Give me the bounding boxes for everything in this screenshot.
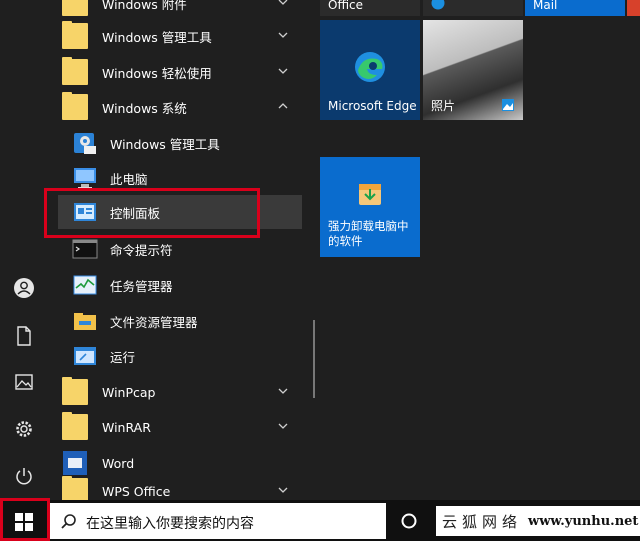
list-item-label: Windows 附件 <box>102 0 187 12</box>
list-item-file-explorer[interactable]: 文件资源管理器 <box>48 304 304 338</box>
documents-button[interactable] <box>4 318 44 354</box>
search-icon <box>61 514 76 529</box>
folder-icon <box>62 21 88 49</box>
watermark-url: www.yunhu.net <box>528 513 639 529</box>
list-item-label: Windows 轻松使用 <box>102 65 212 81</box>
list-item-label: 运行 <box>110 349 136 365</box>
settings-button[interactable] <box>4 411 44 447</box>
uninstaller-icon <box>359 184 381 205</box>
list-item-label: WPS Office <box>102 483 171 499</box>
settings-icon <box>16 421 32 437</box>
folder-icon <box>62 476 88 500</box>
edge-icon <box>355 52 385 82</box>
chevron-down-icon <box>278 423 288 429</box>
list-item-winpcap[interactable]: WinPcap <box>48 375 304 409</box>
start-rail <box>0 0 48 500</box>
watermark: 云狐网络 www.yunhu.net <box>436 506 640 536</box>
highlight-box-control-panel <box>44 188 260 238</box>
user-icon <box>14 278 34 298</box>
tile-office[interactable]: Office <box>320 0 420 16</box>
folder-icon <box>62 0 88 16</box>
search-input[interactable]: 在这里输入你要搜索的内容 <box>86 513 254 533</box>
list-item-windows-accessories[interactable]: Windows 附件 <box>48 0 304 20</box>
watermark-brand: 云狐网络 <box>442 512 523 531</box>
list-item-label: WinPcap <box>102 384 156 400</box>
tile-photos[interactable]: 照片 <box>423 20 523 120</box>
tile-label-line-2: 的软件 <box>328 234 363 248</box>
folder-icon <box>62 377 88 405</box>
pictures-icon <box>15 374 33 390</box>
folder-icon <box>62 57 88 85</box>
power-icon <box>16 468 32 485</box>
folder-icon <box>62 92 88 120</box>
app-list-scrollbar[interactable] <box>313 320 315 398</box>
list-item-windows-admin-tools-folder[interactable]: Windows 管理工具 <box>48 19 304 53</box>
cortana-button[interactable] <box>400 512 418 530</box>
highlight-box-start-button <box>0 498 50 541</box>
photos-app-icon <box>502 99 514 111</box>
tile-skype[interactable] <box>423 0 523 16</box>
cortana-icon <box>401 513 417 529</box>
list-item-label: Word <box>102 455 135 471</box>
admin-tools-icon <box>74 133 96 154</box>
list-item-label: 命令提示符 <box>110 242 173 258</box>
tile-label-line-1: 强力卸载电脑中 <box>328 219 409 233</box>
tile-label: 照片 <box>431 99 456 113</box>
list-item-label: Windows 管理工具 <box>102 29 212 45</box>
chevron-down-icon <box>278 32 288 38</box>
power-button[interactable] <box>4 458 44 494</box>
tile-label: Office <box>328 0 364 12</box>
folder-icon <box>62 412 88 440</box>
chevron-down-icon <box>278 388 288 394</box>
list-item-windows-system[interactable]: Windows 系统 <box>48 90 304 124</box>
list-item-wps-office[interactable]: WPS Office <box>48 474 304 500</box>
list-item-windows-admin-tools[interactable]: Windows 管理工具 <box>48 126 304 160</box>
list-item-run[interactable]: 运行 <box>48 339 304 373</box>
list-item-label: 任务管理器 <box>110 278 173 294</box>
document-icon <box>17 326 31 346</box>
tile-label: Microsoft Edge <box>328 99 417 113</box>
word-icon <box>63 451 87 475</box>
run-icon <box>74 347 96 365</box>
tile-uninstaller[interactable]: 强力卸载电脑中 的软件 <box>320 157 420 257</box>
chevron-down-icon <box>278 487 288 493</box>
tile-label: Mail <box>533 0 558 12</box>
app-list: Windows 附件 Windows 管理工具 Windows 轻松使用 Win… <box>48 0 318 500</box>
task-manager-icon <box>73 275 97 295</box>
list-item-label: Windows 系统 <box>102 100 187 116</box>
list-item-label: WinRAR <box>102 419 151 435</box>
list-item-winrar[interactable]: WinRAR <box>48 410 304 444</box>
tile-microsoft-edge[interactable]: Microsoft Edge <box>320 20 420 120</box>
terminal-icon <box>72 239 98 259</box>
pictures-button[interactable] <box>4 364 44 400</box>
list-item-task-manager[interactable]: 任务管理器 <box>48 268 304 302</box>
list-item-windows-ease-of-access[interactable]: Windows 轻松使用 <box>48 55 304 89</box>
tile-label: 强力卸载电脑中 的软件 <box>328 219 409 249</box>
taskbar-search-box[interactable]: 在这里输入你要搜索的内容 <box>50 503 386 539</box>
list-item-label: Windows 管理工具 <box>110 136 220 152</box>
list-item-label: 文件资源管理器 <box>110 314 198 330</box>
tile-partial[interactable] <box>627 0 640 16</box>
file-explorer-icon <box>74 313 96 330</box>
chevron-up-icon <box>278 103 288 109</box>
chevron-down-icon <box>278 68 288 74</box>
skype-icon <box>431 0 445 10</box>
list-item-label: 此电脑 <box>110 171 148 187</box>
chevron-down-icon <box>278 0 288 5</box>
tile-mail[interactable]: Mail <box>525 0 625 16</box>
user-button[interactable] <box>4 270 44 306</box>
